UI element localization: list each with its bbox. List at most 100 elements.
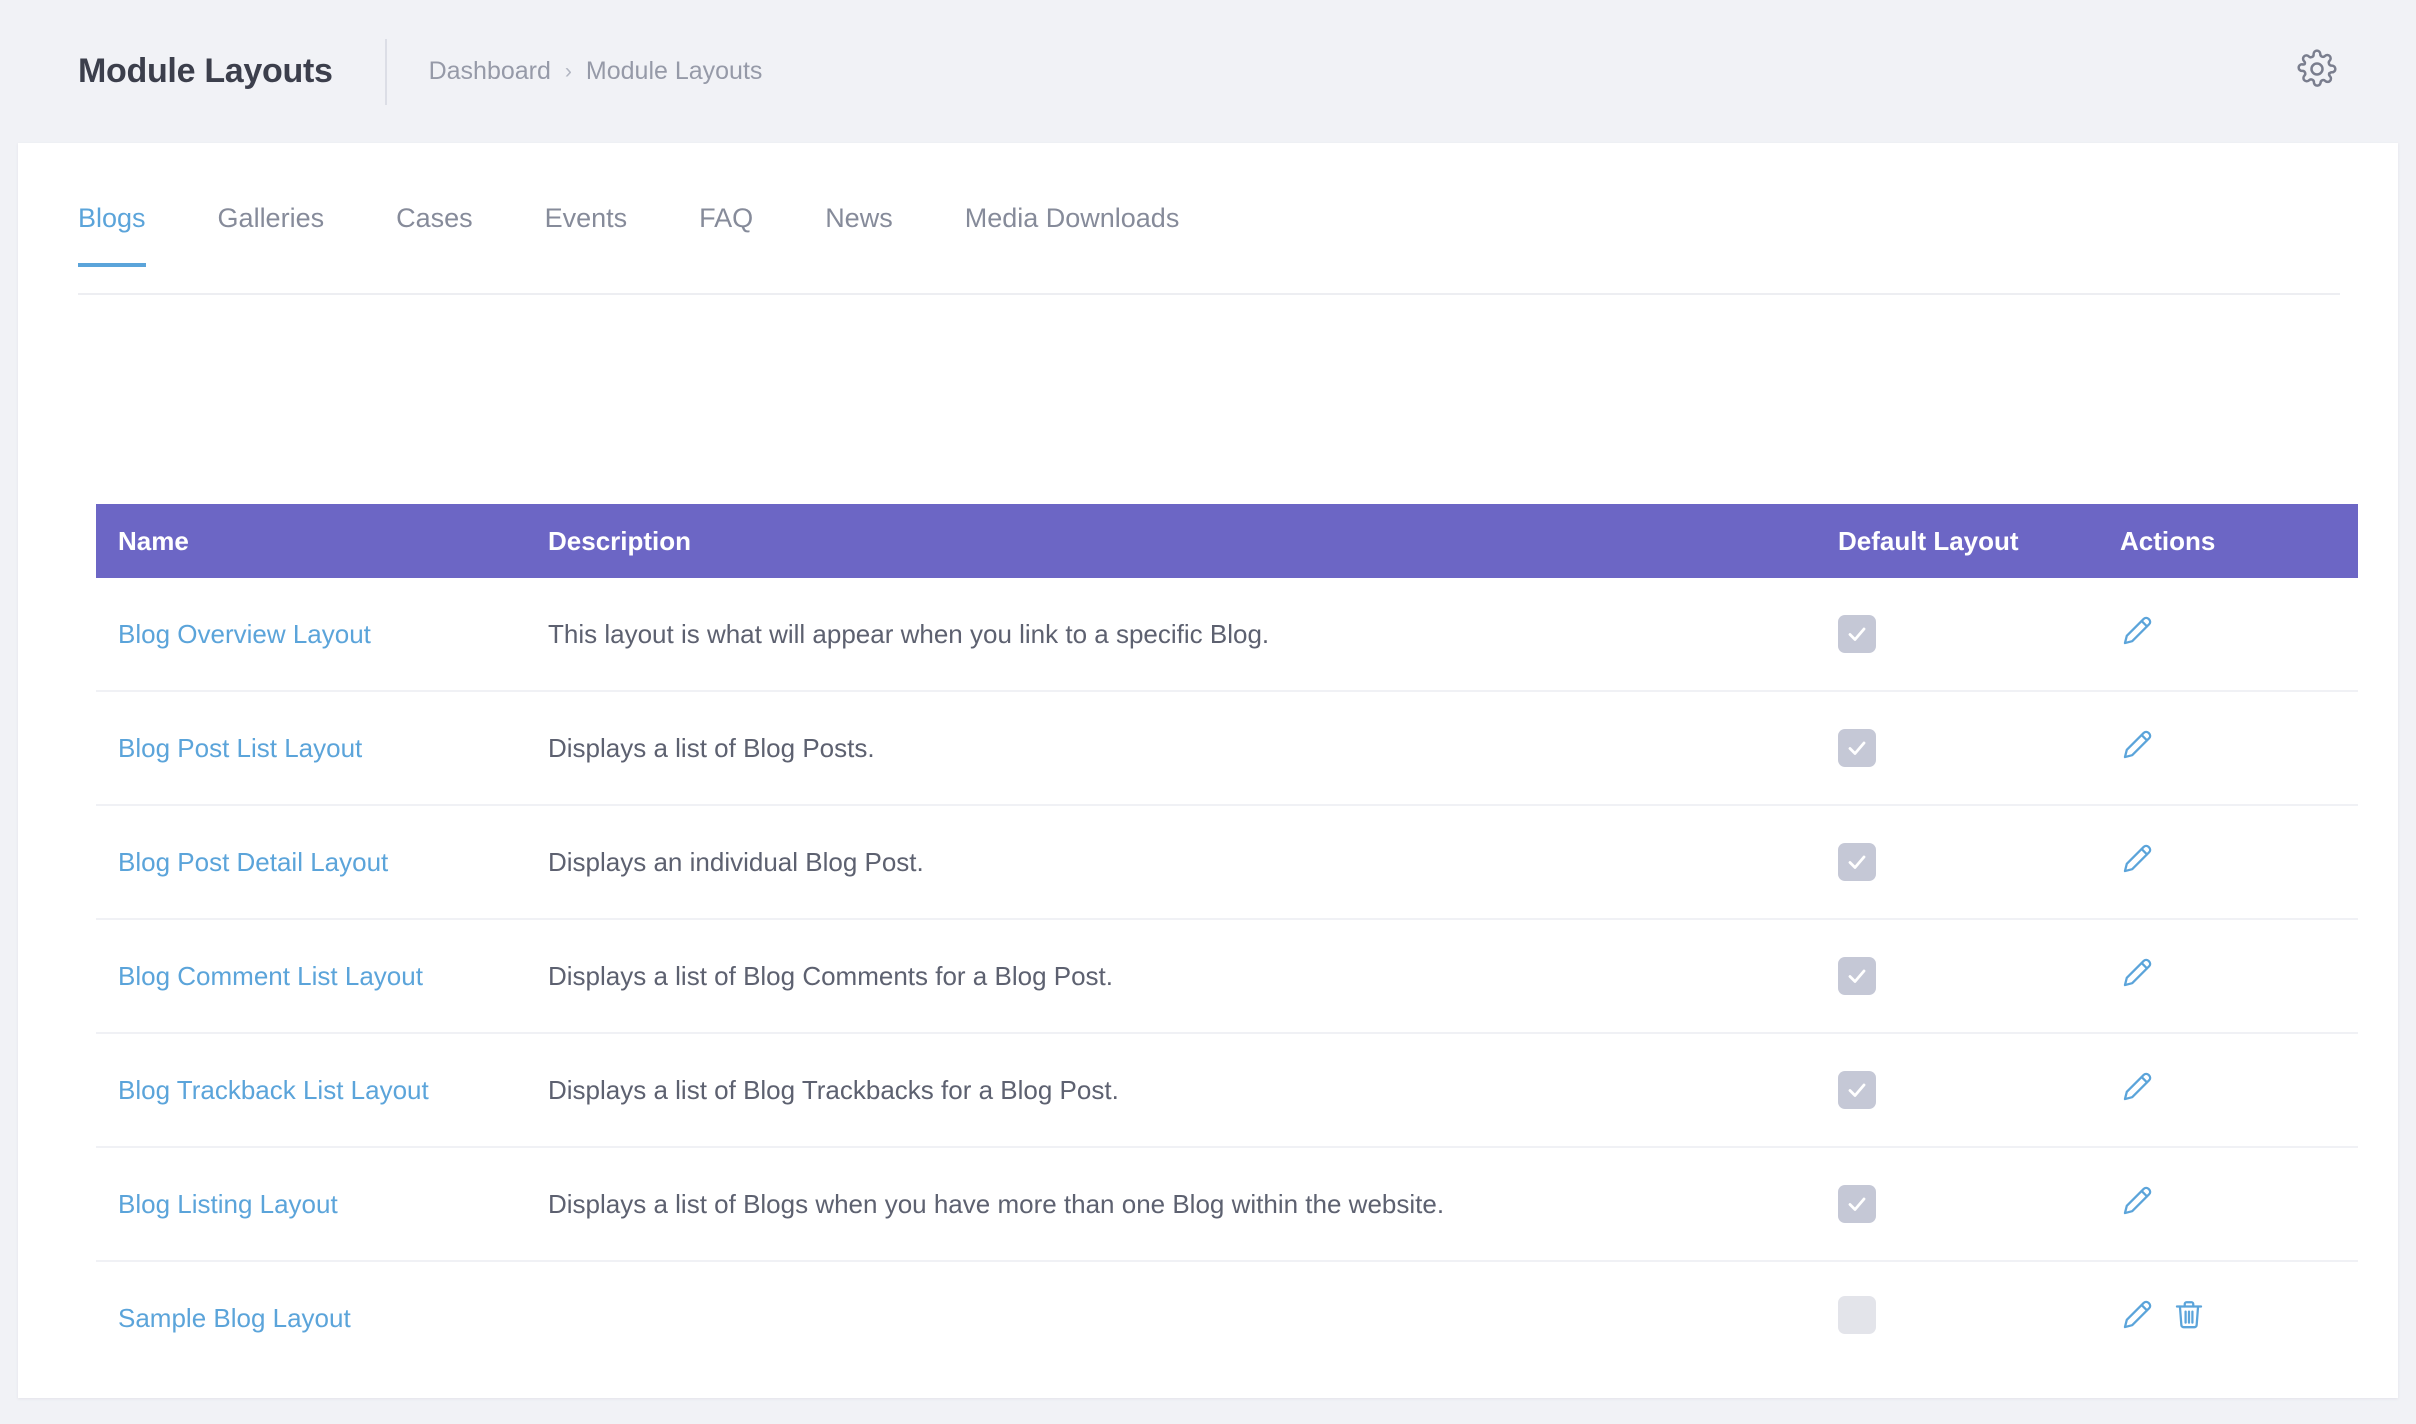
edit-layout-button[interactable] — [2120, 616, 2154, 651]
breadcrumb-item-current: Module Layouts — [585, 57, 763, 85]
tab-label: Cases — [396, 203, 473, 233]
row-actions — [2120, 1072, 2358, 1107]
tab-blogs[interactable]: Blogs — [78, 203, 146, 267]
tab-faq[interactable]: FAQ — [699, 203, 753, 265]
pencil-icon — [2120, 1070, 2154, 1111]
tab-label: Events — [544, 203, 628, 233]
edit-layout-button[interactable] — [2120, 844, 2154, 879]
cell-name: Blog Listing Layout — [96, 1147, 548, 1262]
cell-actions — [2120, 578, 2358, 692]
column-header-description: Description — [548, 504, 1838, 578]
delete-layout-button[interactable] — [2172, 1300, 2206, 1335]
cell-description: Displays a list of Blog Posts. — [548, 691, 1838, 806]
default-layout-checkbox-checked[interactable] — [1838, 1071, 1876, 1109]
tab-cases[interactable]: Cases — [396, 203, 473, 265]
cell-default-layout — [1838, 691, 2120, 806]
cell-description — [548, 1261, 1838, 1374]
layout-name-link[interactable]: Blog Post List Layout — [118, 733, 362, 763]
layout-name-link[interactable]: Blog Listing Layout — [118, 1189, 338, 1219]
default-layout-checkbox-unchecked[interactable] — [1838, 1295, 1876, 1334]
default-layout-checkbox-checked[interactable] — [1838, 729, 1876, 767]
layout-description: Displays a list of Blogs when you have m… — [548, 1188, 1445, 1219]
row-actions — [2120, 730, 2358, 765]
top-bar: Module Layouts Dashboard › Module Layout… — [0, 0, 2416, 143]
edit-layout-button[interactable] — [2120, 1072, 2154, 1107]
row-actions — [2120, 616, 2358, 651]
table-row: Sample Blog Layout — [96, 1261, 2358, 1374]
cell-actions — [2120, 919, 2358, 1034]
chevron-right-icon: › — [564, 59, 572, 83]
tab-events[interactable]: Events — [545, 203, 628, 265]
table-header-row: Name Description Default Layout Actions — [96, 504, 2358, 578]
check-icon — [1845, 850, 1869, 874]
pencil-icon — [2120, 1298, 2154, 1339]
cell-actions — [2120, 1261, 2358, 1374]
default-layout-checkbox-checked[interactable] — [1838, 615, 1876, 653]
layout-name-link[interactable]: Blog Comment List Layout — [118, 961, 423, 991]
trash-icon — [2172, 1298, 2206, 1339]
table-row: Blog Post Detail Layout Displays an indiv… — [96, 805, 2358, 920]
layout-name-link[interactable]: Sample Blog Layout — [118, 1303, 351, 1333]
cell-name: Blog Post List Layout — [96, 691, 548, 806]
cell-name: Blog Comment List Layout — [96, 919, 548, 1034]
layout-name-link[interactable]: Blog Overview Layout — [118, 619, 371, 649]
row-actions — [2120, 1300, 2358, 1335]
column-header-name: Name — [96, 504, 548, 578]
layout-description: Displays an individual Blog Post. — [548, 846, 924, 877]
tab-media-downloads[interactable]: Media Downloads — [965, 203, 1180, 265]
column-header-actions: Actions — [2120, 504, 2358, 578]
cell-name: Blog Overview Layout — [96, 578, 548, 692]
table-row: Blog Listing Layout Displays a list of Bl… — [96, 1147, 2358, 1262]
cell-name: Blog Post Detail Layout — [96, 805, 548, 920]
cell-description: Displays a list of Blog Trackbacks for a… — [548, 1033, 1838, 1148]
column-header-default-layout: Default Layout — [1838, 504, 2120, 578]
cell-actions — [2120, 691, 2358, 806]
tab-label: FAQ — [699, 203, 754, 233]
row-actions — [2120, 1186, 2358, 1221]
cell-description: Displays a list of Blogs when you have m… — [548, 1147, 1838, 1262]
table-body: Blog Overview Layout This layout is what … — [96, 578, 2358, 1374]
table-row: Blog Comment List Layout Displays a list … — [96, 919, 2358, 1034]
edit-layout-button[interactable] — [2120, 1186, 2154, 1221]
default-layout-checkbox-checked[interactable] — [1838, 1185, 1876, 1223]
cell-default-layout — [1838, 1261, 2120, 1374]
check-icon — [1845, 622, 1869, 646]
breadcrumb-item-dashboard[interactable]: Dashboard — [429, 57, 551, 86]
header-divider — [384, 38, 387, 105]
cell-default-layout — [1838, 578, 2120, 692]
layout-name-link[interactable]: Blog Post Detail Layout — [118, 847, 388, 877]
tab-label: Blogs — [78, 203, 146, 233]
cell-description: Displays a list of Blog Comments for a B… — [548, 919, 1838, 1034]
row-actions — [2120, 958, 2358, 993]
table-row: Blog Overview Layout This layout is what … — [96, 578, 2358, 692]
edit-layout-button[interactable] — [2120, 730, 2154, 765]
pencil-icon — [2120, 956, 2154, 997]
settings-button[interactable] — [2296, 49, 2338, 92]
layout-description: This layout is what will appear when you… — [548, 618, 1270, 649]
tab-label: Galleries — [217, 203, 325, 233]
check-icon — [1845, 736, 1869, 760]
layout-description: Displays a list of Blog Trackbacks for a… — [548, 1074, 1119, 1105]
page-title: Module Layouts — [78, 52, 333, 90]
pencil-icon — [2120, 728, 2154, 769]
cell-description: Displays an individual Blog Post. — [548, 805, 1838, 920]
cell-default-layout — [1838, 1033, 2120, 1148]
cell-default-layout — [1838, 805, 2120, 920]
default-layout-checkbox-checked[interactable] — [1838, 957, 1876, 995]
tab-news[interactable]: News — [825, 203, 893, 265]
layout-description: Displays a list of Blog Posts. — [548, 732, 875, 763]
edit-layout-button[interactable] — [2120, 1300, 2154, 1335]
row-actions — [2120, 844, 2358, 879]
layout-name-link[interactable]: Blog Trackback List Layout — [118, 1075, 429, 1105]
pencil-icon — [2120, 614, 2154, 655]
pencil-icon — [2120, 1184, 2154, 1225]
default-layout-checkbox-checked[interactable] — [1838, 843, 1876, 881]
cell-name: Blog Trackback List Layout — [96, 1033, 548, 1148]
table-row: Blog Trackback List Layout Displays a lis… — [96, 1033, 2358, 1148]
tab-label: Media Downloads — [964, 203, 1180, 233]
module-tabs: Blogs Galleries Cases Events FAQ News Me… — [78, 203, 2340, 295]
pencil-icon — [2120, 842, 2154, 883]
edit-layout-button[interactable] — [2120, 958, 2154, 993]
tab-galleries[interactable]: Galleries — [218, 203, 325, 265]
layout-description: Displays a list of Blog Comments for a B… — [548, 960, 1114, 991]
